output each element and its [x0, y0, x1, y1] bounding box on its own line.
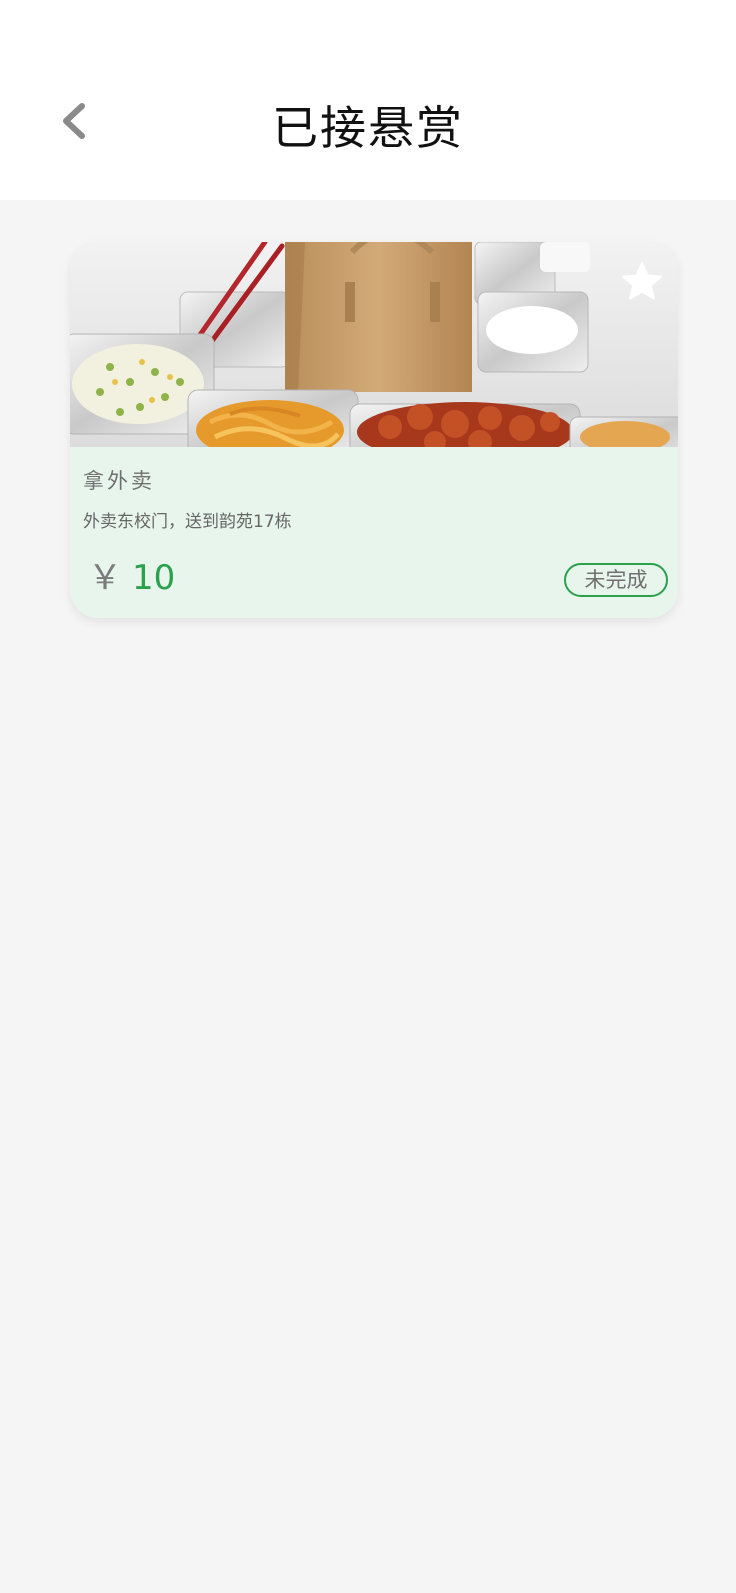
status-badge: 未完成 [564, 563, 668, 597]
currency-symbol: ￥ [88, 558, 122, 598]
bounty-description: 外卖东校门，送到韵苑17栋 [83, 512, 292, 532]
star-icon [622, 262, 662, 300]
bounty-card[interactable]: 拿外卖 外卖东校门，送到韵苑17栋 ￥ 10 [70, 242, 678, 618]
favorite-button[interactable] [620, 260, 664, 304]
reward-amount: 10 [132, 558, 176, 598]
food-image [70, 242, 678, 447]
header-bar: 已接悬赏 [0, 0, 736, 200]
bounty-title: 拿外卖 [83, 469, 155, 493]
page-title: 已接悬赏 [272, 101, 464, 155]
reward-price: ￥ 10 [88, 558, 175, 598]
takeout-food-illustration [70, 242, 678, 447]
